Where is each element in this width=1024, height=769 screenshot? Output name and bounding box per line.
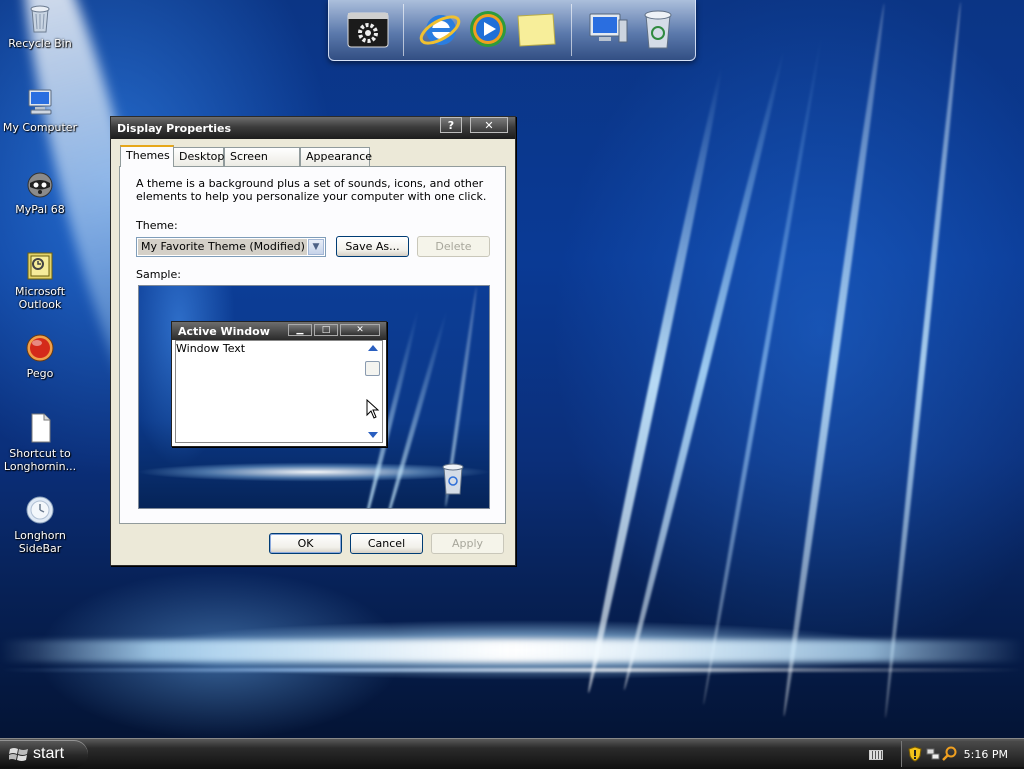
apply-button[interactable]: Apply: [431, 533, 504, 554]
desktop-icon-recycle-bin[interactable]: Recycle Bin: [0, 2, 80, 50]
cursor-icon: [366, 399, 380, 419]
dialog-title: Display Properties: [117, 122, 232, 135]
sample-window-title: Active Window: [178, 325, 270, 338]
security-shield-icon[interactable]: [908, 746, 922, 762]
close-icon: ✕: [340, 324, 380, 336]
ok-button[interactable]: OK: [269, 533, 342, 554]
media-player-icon[interactable]: [465, 6, 511, 52]
theme-label: Theme:: [136, 219, 178, 232]
dock-separator: [571, 4, 572, 56]
sample-window-text: Window Text: [176, 342, 246, 355]
desktop-icon-label: Shortcut to Longhornin...: [3, 447, 77, 473]
cancel-button[interactable]: Cancel: [350, 533, 423, 554]
settings-icon[interactable]: [345, 6, 391, 52]
desktop-icon-label: Microsoft Outlook: [14, 285, 66, 311]
tab-appearance[interactable]: Appearance: [300, 147, 372, 166]
scroll-up-icon: [368, 345, 378, 351]
desktop-icon-label: My Computer: [2, 121, 78, 134]
recycle-bin-icon[interactable]: [635, 6, 681, 52]
display-properties-dialog: Display Properties ? ✕ Themes Desktop Sc…: [110, 116, 516, 566]
top-dock: [328, 0, 696, 61]
scrollbar-thumb: [365, 361, 380, 376]
minimize-icon: ▁: [288, 324, 312, 336]
themes-panel: A theme is a background plus a set of so…: [119, 166, 506, 524]
sample-active-window: Active Window ▁ □ ✕ Window Text: [171, 321, 387, 447]
system-tray: 5:16 PM: [901, 741, 1024, 767]
tab-desktop[interactable]: Desktop: [173, 147, 224, 166]
windows-logo-icon: [9, 748, 28, 761]
help-button[interactable]: ?: [440, 117, 462, 133]
network-icon[interactable]: [926, 747, 940, 761]
theme-preview: Active Window ▁ □ ✕ Window Text: [138, 285, 490, 509]
scroll-down-icon: [368, 432, 378, 438]
taskbar: start 5:16 PM: [0, 738, 1024, 769]
desktop-icon-label: MyPal 68: [15, 203, 65, 216]
delete-button[interactable]: Delete: [417, 236, 490, 257]
sidebar-clock-icon: [24, 494, 56, 526]
outlook-icon: [24, 250, 56, 282]
light-streak: [779, 2, 889, 718]
document-icon: [24, 412, 56, 444]
search-icon[interactable]: [942, 746, 958, 762]
desktop-icon-label: Recycle Bin: [8, 37, 72, 50]
red-orb-icon: [24, 332, 56, 364]
desktop-icon-outlook[interactable]: Microsoft Outlook: [0, 250, 80, 311]
sample-recycle-bin-icon: [442, 463, 464, 495]
tab-screen-saver[interactable]: Screen Saver: [224, 147, 300, 181]
sample-label: Sample:: [136, 268, 181, 281]
light-beam: [0, 640, 1024, 662]
theme-dropdown[interactable]: My Favorite Theme (Modified) ▼: [136, 237, 326, 257]
start-button[interactable]: start: [0, 740, 88, 768]
light-beam-thin: [0, 668, 1024, 672]
theme-description: A theme is a background plus a set of so…: [136, 177, 487, 203]
maximize-icon: □: [314, 324, 338, 336]
desktop-icon-pego[interactable]: Pego: [0, 332, 80, 380]
desktop-icon-label: Longhorn SideBar: [14, 529, 66, 555]
desktop-icon-mypal[interactable]: MyPal 68: [0, 168, 80, 216]
light-streak: [882, 1, 964, 719]
save-as-button[interactable]: Save As...: [336, 236, 409, 257]
desktop-icon-longhorn-sidebar[interactable]: Longhorn SideBar: [0, 494, 80, 555]
raccoon-browser-icon: [24, 168, 56, 200]
tab-themes[interactable]: Themes: [120, 145, 174, 167]
desktop-icon-my-computer[interactable]: My Computer: [0, 86, 80, 134]
sample-window-body: Window Text: [175, 340, 383, 443]
desktop-icon-label: Pego: [26, 367, 54, 380]
recycle-bin-icon: [24, 2, 56, 34]
chevron-down-icon[interactable]: ▼: [308, 239, 324, 255]
computer-icon[interactable]: [585, 6, 631, 52]
sticky-note-icon[interactable]: [513, 6, 559, 52]
desktop-icon-shortcut-longhornin[interactable]: Shortcut to Longhornin...: [0, 412, 80, 473]
internet-explorer-icon[interactable]: [417, 6, 463, 52]
computer-icon: [24, 86, 56, 118]
start-label: start: [33, 745, 65, 762]
sample-window-titlebar: Active Window ▁ □ ✕: [172, 322, 386, 340]
keyboard-icon[interactable]: [869, 750, 883, 760]
clock[interactable]: 5:16 PM: [964, 748, 1008, 761]
close-button[interactable]: ✕: [470, 117, 508, 133]
dock-separator: [403, 4, 404, 56]
theme-dropdown-value: My Favorite Theme (Modified): [138, 239, 307, 255]
dialog-titlebar[interactable]: Display Properties ? ✕: [111, 117, 515, 139]
